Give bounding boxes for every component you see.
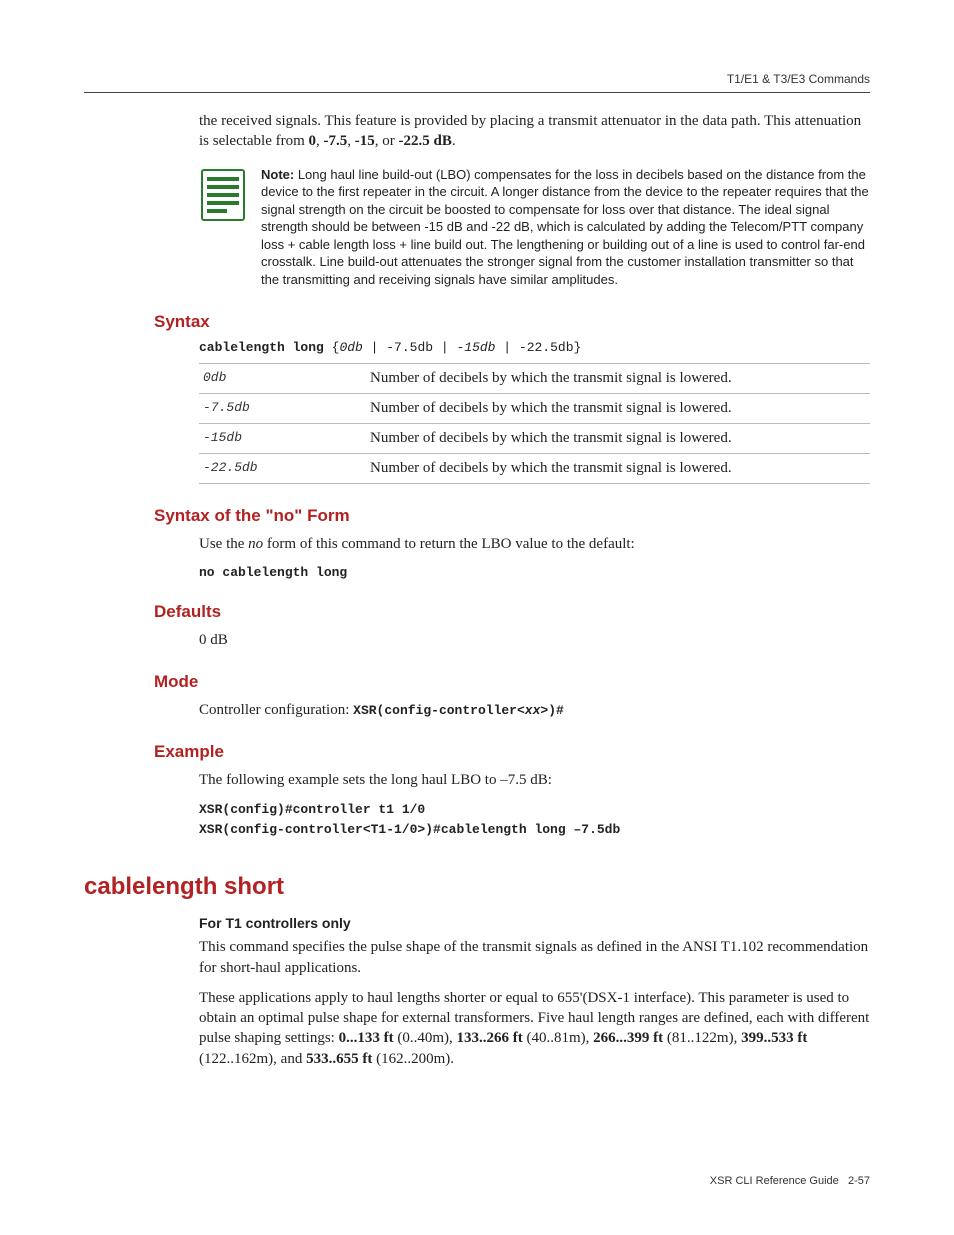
- example-intro: The following example sets the long haul…: [199, 770, 870, 790]
- text: |: [363, 340, 386, 355]
- value-22-5: -22.5 dB: [399, 133, 452, 149]
- text: ,: [347, 133, 355, 149]
- range-1: 0...133 ft: [339, 1030, 394, 1046]
- defaults-text: 0 dB: [199, 630, 870, 650]
- opt-7-5db: -7.5db: [386, 340, 433, 355]
- mode-cmd-pre: XSR(config-controller<: [353, 703, 525, 718]
- text: (162..200m).: [372, 1051, 454, 1067]
- table-row: -15db Number of decibels by which the tr…: [199, 424, 870, 454]
- param-desc: Number of decibels by which the transmit…: [366, 454, 870, 484]
- text: |: [495, 340, 518, 355]
- heading-syntax: Syntax: [154, 312, 870, 332]
- text: |: [433, 340, 456, 355]
- note-icon: [199, 168, 247, 222]
- mode-cmd-var: xx: [525, 703, 541, 718]
- range-4: 399..533 ft: [741, 1030, 807, 1046]
- text: (0..40m),: [394, 1030, 457, 1046]
- opt-22-5db: -22.5db: [519, 340, 574, 355]
- page-header: T1/E1 & T3/E3 Commands: [84, 72, 870, 93]
- text: (40..81m),: [523, 1030, 593, 1046]
- value-7-5: -7.5: [324, 133, 348, 149]
- footer-page: 2-57: [848, 1175, 870, 1187]
- cmd-name: cablelength long: [199, 340, 324, 355]
- param-key: -22.5db: [199, 454, 366, 484]
- table-row: -22.5db Number of decibels by which the …: [199, 454, 870, 484]
- cmd2-p1: This command specifies the pulse shape o…: [199, 937, 870, 978]
- no-form-cmd: no cablelength long: [199, 565, 870, 580]
- text: }: [574, 340, 582, 355]
- text: form of this command to return the LBO v…: [263, 536, 635, 552]
- heading-example: Example: [154, 742, 870, 762]
- footer-title: XSR CLI Reference Guide: [710, 1175, 839, 1187]
- text: (81..122m),: [663, 1030, 741, 1046]
- text: ,: [316, 133, 324, 149]
- note-body: Long haul line build-out (LBO) compensat…: [261, 167, 869, 287]
- text: .: [452, 133, 456, 149]
- param-key: 0db: [199, 364, 366, 394]
- text: Use the: [199, 536, 248, 552]
- param-desc: Number of decibels by which the transmit…: [366, 394, 870, 424]
- page-footer: XSR CLI Reference Guide 2-57: [710, 1175, 870, 1187]
- value-15: -15: [355, 133, 375, 149]
- param-desc: Number of decibels by which the transmit…: [366, 364, 870, 394]
- text: Controller configuration:: [199, 702, 353, 718]
- mode-text: Controller configuration: XSR(config-con…: [199, 700, 870, 720]
- sub-heading: For T1 controllers only: [199, 915, 870, 931]
- no-italic: no: [248, 536, 263, 552]
- opt-0db: 0db: [339, 340, 362, 355]
- table-row: -7.5db Number of decibels by which the t…: [199, 394, 870, 424]
- range-5: 533..655 ft: [306, 1051, 372, 1067]
- param-key: -7.5db: [199, 394, 366, 424]
- note-label: Note:: [261, 167, 294, 182]
- note-text: Note: Long haul line build-out (LBO) com…: [261, 166, 870, 289]
- heading-defaults: Defaults: [154, 602, 870, 622]
- table-row: 0db Number of decibels by which the tran…: [199, 364, 870, 394]
- heading-mode: Mode: [154, 672, 870, 692]
- mode-cmd-post: >)#: [540, 703, 563, 718]
- range-2: 133..266 ft: [457, 1030, 523, 1046]
- intro-paragraph: the received signals. This feature is pr…: [199, 111, 870, 152]
- example-code: XSR(config)#controller t1 1/0 XSR(config…: [199, 800, 870, 839]
- range-3: 266...399 ft: [593, 1030, 663, 1046]
- text: (122..162m), and: [199, 1051, 306, 1067]
- note-block: Note: Long haul line build-out (LBO) com…: [199, 166, 870, 289]
- param-key: -15db: [199, 424, 366, 454]
- text: the received signals. This feature is pr…: [199, 113, 861, 149]
- opt-15db: -15db: [456, 340, 495, 355]
- text: , or: [375, 133, 399, 149]
- text: {: [324, 340, 340, 355]
- cmd2-p2: These applications apply to haul lengths…: [199, 988, 870, 1069]
- syntax-line: cablelength long {0db | -7.5db | -15db |…: [199, 340, 870, 355]
- param-desc: Number of decibels by which the transmit…: [366, 424, 870, 454]
- no-form-text: Use the no form of this command to retur…: [199, 534, 870, 554]
- value-0: 0: [309, 133, 317, 149]
- heading-syntax-no: Syntax of the "no" Form: [154, 506, 870, 526]
- command-title-cablelength-short: cablelength short: [84, 873, 870, 901]
- params-table: 0db Number of decibels by which the tran…: [199, 363, 870, 484]
